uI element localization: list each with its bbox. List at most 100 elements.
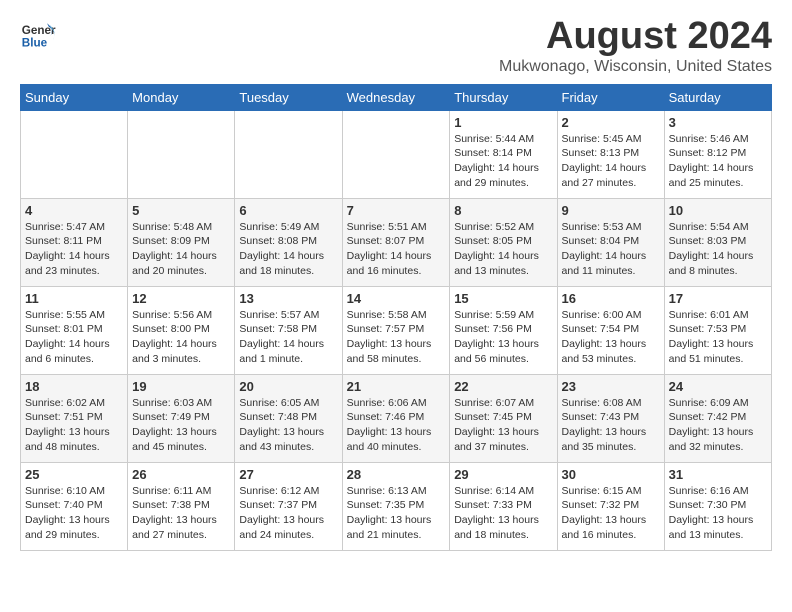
day-info: Sunrise: 6:00 AM Sunset: 7:54 PM Dayligh… <box>562 308 660 367</box>
day-number: 8 <box>454 203 552 218</box>
calendar-cell: 17 Sunrise: 6:01 AM Sunset: 7:53 PM Dayli… <box>664 286 771 374</box>
day-number: 6 <box>239 203 337 218</box>
day-number: 12 <box>132 291 230 306</box>
day-info: Sunrise: 6:05 AM Sunset: 7:48 PM Dayligh… <box>239 396 337 455</box>
header: General Blue August 2024 Mukwonago, Wisc… <box>20 16 772 76</box>
calendar-week-5: 25 Sunrise: 6:10 AM Sunset: 7:40 PM Dayli… <box>21 462 772 550</box>
day-info: Sunrise: 6:12 AM Sunset: 7:37 PM Dayligh… <box>239 484 337 543</box>
day-number: 28 <box>347 467 446 482</box>
day-header-saturday: Saturday <box>664 84 771 110</box>
calendar-header-row: SundayMondayTuesdayWednesdayThursdayFrid… <box>21 84 772 110</box>
day-info: Sunrise: 5:46 AM Sunset: 8:12 PM Dayligh… <box>669 132 767 191</box>
day-number: 7 <box>347 203 446 218</box>
calendar-cell: 16 Sunrise: 6:00 AM Sunset: 7:54 PM Dayli… <box>557 286 664 374</box>
day-info: Sunrise: 6:03 AM Sunset: 7:49 PM Dayligh… <box>132 396 230 455</box>
day-number: 25 <box>25 467 123 482</box>
calendar-cell: 25 Sunrise: 6:10 AM Sunset: 7:40 PM Dayli… <box>21 462 128 550</box>
calendar-cell: 2 Sunrise: 5:45 AM Sunset: 8:13 PM Daylig… <box>557 110 664 198</box>
day-info: Sunrise: 6:09 AM Sunset: 7:42 PM Dayligh… <box>669 396 767 455</box>
day-number: 3 <box>669 115 767 130</box>
day-number: 14 <box>347 291 446 306</box>
calendar-cell <box>235 110 342 198</box>
calendar-cell: 14 Sunrise: 5:58 AM Sunset: 7:57 PM Dayli… <box>342 286 450 374</box>
day-number: 15 <box>454 291 552 306</box>
calendar-cell <box>128 110 235 198</box>
calendar-cell: 27 Sunrise: 6:12 AM Sunset: 7:37 PM Dayli… <box>235 462 342 550</box>
logo-icon: General Blue <box>20 16 56 52</box>
calendar-cell: 15Sunrise: 5:59 AM Sunset: 7:56 PM Dayli… <box>450 286 557 374</box>
day-info: Sunrise: 5:53 AM Sunset: 8:04 PM Dayligh… <box>562 220 660 279</box>
subtitle: Mukwonago, Wisconsin, United States <box>499 58 772 76</box>
day-info: Sunrise: 6:14 AM Sunset: 7:33 PM Dayligh… <box>454 484 552 543</box>
day-number: 5 <box>132 203 230 218</box>
calendar-cell: 12 Sunrise: 5:56 AM Sunset: 8:00 PM Dayli… <box>128 286 235 374</box>
day-number: 9 <box>562 203 660 218</box>
calendar-week-2: 4Sunrise: 5:47 AM Sunset: 8:11 PM Daylig… <box>21 198 772 286</box>
day-number: 19 <box>132 379 230 394</box>
day-number: 30 <box>562 467 660 482</box>
calendar-cell: 11 Sunrise: 5:55 AM Sunset: 8:01 PM Dayli… <box>21 286 128 374</box>
calendar-cell: 6 Sunrise: 5:49 AM Sunset: 8:08 PM Daylig… <box>235 198 342 286</box>
calendar-cell: 7 Sunrise: 5:51 AM Sunset: 8:07 PM Daylig… <box>342 198 450 286</box>
day-info: Sunrise: 6:15 AM Sunset: 7:32 PM Dayligh… <box>562 484 660 543</box>
day-info: Sunrise: 5:51 AM Sunset: 8:07 PM Dayligh… <box>347 220 446 279</box>
day-header-friday: Friday <box>557 84 664 110</box>
calendar-week-4: 18 Sunrise: 6:02 AM Sunset: 7:51 PM Dayli… <box>21 374 772 462</box>
day-header-thursday: Thursday <box>450 84 557 110</box>
calendar-week-1: 1Sunrise: 5:44 AM Sunset: 8:14 PM Daylig… <box>21 110 772 198</box>
day-number: 26 <box>132 467 230 482</box>
day-info: Sunrise: 5:49 AM Sunset: 8:08 PM Dayligh… <box>239 220 337 279</box>
calendar-cell: 3 Sunrise: 5:46 AM Sunset: 8:12 PM Daylig… <box>664 110 771 198</box>
calendar-cell: 26 Sunrise: 6:11 AM Sunset: 7:38 PM Dayli… <box>128 462 235 550</box>
day-info: Sunrise: 5:58 AM Sunset: 7:57 PM Dayligh… <box>347 308 446 367</box>
day-number: 17 <box>669 291 767 306</box>
calendar-cell <box>342 110 450 198</box>
day-info: Sunrise: 5:55 AM Sunset: 8:01 PM Dayligh… <box>25 308 123 367</box>
calendar-cell: 13 Sunrise: 5:57 AM Sunset: 7:58 PM Dayli… <box>235 286 342 374</box>
calendar-cell: 31Sunrise: 6:16 AM Sunset: 7:30 PM Dayli… <box>664 462 771 550</box>
calendar-cell: 30 Sunrise: 6:15 AM Sunset: 7:32 PM Dayli… <box>557 462 664 550</box>
title-block: August 2024 Mukwonago, Wisconsin, United… <box>499 16 772 76</box>
calendar-cell: 10Sunrise: 5:54 AM Sunset: 8:03 PM Dayli… <box>664 198 771 286</box>
day-info: Sunrise: 5:57 AM Sunset: 7:58 PM Dayligh… <box>239 308 337 367</box>
logo: General Blue <box>20 16 56 52</box>
day-number: 2 <box>562 115 660 130</box>
day-header-sunday: Sunday <box>21 84 128 110</box>
day-info: Sunrise: 5:45 AM Sunset: 8:13 PM Dayligh… <box>562 132 660 191</box>
day-info: Sunrise: 6:02 AM Sunset: 7:51 PM Dayligh… <box>25 396 123 455</box>
day-number: 16 <box>562 291 660 306</box>
calendar-cell: 20 Sunrise: 6:05 AM Sunset: 7:48 PM Dayli… <box>235 374 342 462</box>
day-header-monday: Monday <box>128 84 235 110</box>
calendar-cell: 22Sunrise: 6:07 AM Sunset: 7:45 PM Dayli… <box>450 374 557 462</box>
day-info: Sunrise: 6:01 AM Sunset: 7:53 PM Dayligh… <box>669 308 767 367</box>
day-header-wednesday: Wednesday <box>342 84 450 110</box>
calendar-cell: 4Sunrise: 5:47 AM Sunset: 8:11 PM Daylig… <box>21 198 128 286</box>
calendar: SundayMondayTuesdayWednesdayThursdayFrid… <box>20 84 772 551</box>
day-number: 18 <box>25 379 123 394</box>
calendar-cell: 21Sunrise: 6:06 AM Sunset: 7:46 PM Dayli… <box>342 374 450 462</box>
calendar-cell: 1Sunrise: 5:44 AM Sunset: 8:14 PM Daylig… <box>450 110 557 198</box>
day-info: Sunrise: 6:07 AM Sunset: 7:45 PM Dayligh… <box>454 396 552 455</box>
calendar-week-3: 11 Sunrise: 5:55 AM Sunset: 8:01 PM Dayli… <box>21 286 772 374</box>
day-number: 4 <box>25 203 123 218</box>
calendar-cell: 28 Sunrise: 6:13 AM Sunset: 7:35 PM Dayli… <box>342 462 450 550</box>
day-number: 20 <box>239 379 337 394</box>
day-header-tuesday: Tuesday <box>235 84 342 110</box>
svg-text:Blue: Blue <box>22 37 48 50</box>
day-number: 24 <box>669 379 767 394</box>
day-number: 31 <box>669 467 767 482</box>
day-number: 13 <box>239 291 337 306</box>
svg-text:General: General <box>22 24 56 37</box>
day-info: Sunrise: 6:10 AM Sunset: 7:40 PM Dayligh… <box>25 484 123 543</box>
day-info: Sunrise: 6:13 AM Sunset: 7:35 PM Dayligh… <box>347 484 446 543</box>
day-info: Sunrise: 6:08 AM Sunset: 7:43 PM Dayligh… <box>562 396 660 455</box>
day-number: 11 <box>25 291 123 306</box>
day-info: Sunrise: 5:56 AM Sunset: 8:00 PM Dayligh… <box>132 308 230 367</box>
day-number: 21 <box>347 379 446 394</box>
day-number: 27 <box>239 467 337 482</box>
day-info: Sunrise: 5:44 AM Sunset: 8:14 PM Dayligh… <box>454 132 552 191</box>
day-number: 23 <box>562 379 660 394</box>
day-info: Sunrise: 6:11 AM Sunset: 7:38 PM Dayligh… <box>132 484 230 543</box>
day-info: Sunrise: 5:52 AM Sunset: 8:05 PM Dayligh… <box>454 220 552 279</box>
calendar-cell: 24 Sunrise: 6:09 AM Sunset: 7:42 PM Dayli… <box>664 374 771 462</box>
